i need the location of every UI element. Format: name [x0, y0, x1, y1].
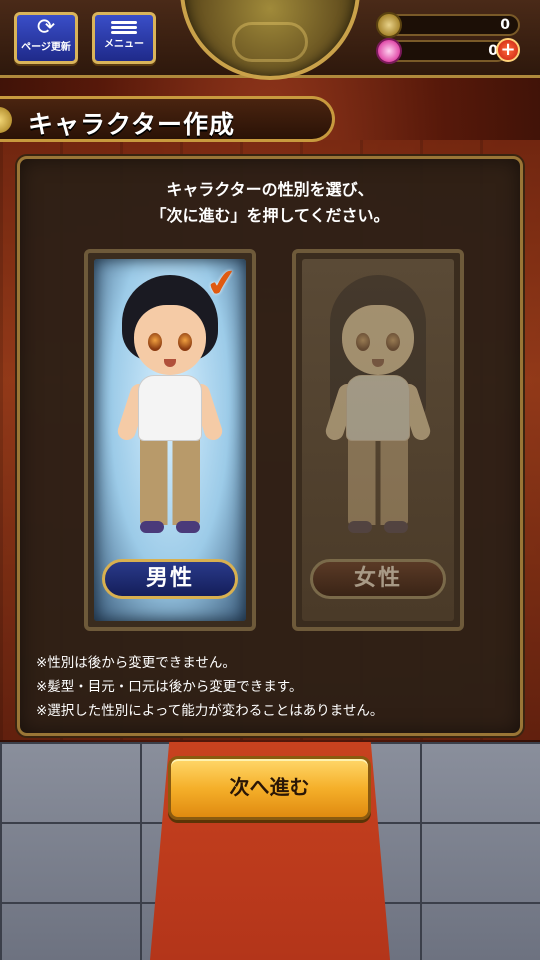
instruction-line-2: 「次に進む」を押してください。: [150, 206, 390, 225]
coin-icon: [376, 12, 402, 38]
next-button[interactable]: 次へ進む: [168, 756, 371, 820]
gem-counter: 0: [376, 38, 508, 64]
check-icon: ✔: [203, 259, 241, 308]
add-gem-button[interactable]: +: [496, 38, 520, 62]
title-banner: キャラクター作成: [0, 96, 335, 142]
note-item: ※性別は後から変更できません。: [36, 655, 236, 671]
note-item: ※選択した性別によって能力が変わることはありません。: [36, 703, 384, 719]
female-option-card[interactable]: 女性: [292, 249, 464, 631]
gem-icon: [376, 38, 402, 64]
page-refresh-label: ページ更新: [21, 42, 71, 53]
instruction-line-1: キャラクターの性別を選び、: [166, 180, 374, 199]
page-title: キャラクター作成: [28, 110, 236, 139]
coin-value: 0: [500, 17, 510, 33]
menu-label: メニュー: [104, 39, 144, 50]
female-label: 女性: [310, 559, 446, 599]
male-character-image: [110, 275, 230, 545]
menu-button[interactable]: メニュー: [92, 12, 156, 64]
male-option-card[interactable]: ✔ 男性: [84, 249, 256, 631]
menu-icon: [111, 21, 137, 34]
female-character-image: [318, 275, 438, 545]
character-creation-panel: キャラクターの性別を選び、 「次に進む」を押してください。 ✔ 男性 女性 ※性…: [17, 156, 523, 736]
coin-decoration-icon: [0, 107, 12, 133]
notes-list: ※性別は後から変更できません。 ※髪型・目元・口元は後から変更できます。 ※選択…: [36, 651, 504, 723]
male-label: 男性: [102, 559, 238, 599]
page-refresh-button[interactable]: ⟳ ページ更新: [14, 12, 78, 64]
note-item: ※髪型・目元・口元は後から変更できます。: [36, 679, 303, 695]
coin-counter: 0: [376, 12, 520, 38]
refresh-icon: ⟳: [36, 15, 56, 40]
instruction-text: キャラクターの性別を選び、 「次に進む」を押してください。: [20, 177, 520, 229]
